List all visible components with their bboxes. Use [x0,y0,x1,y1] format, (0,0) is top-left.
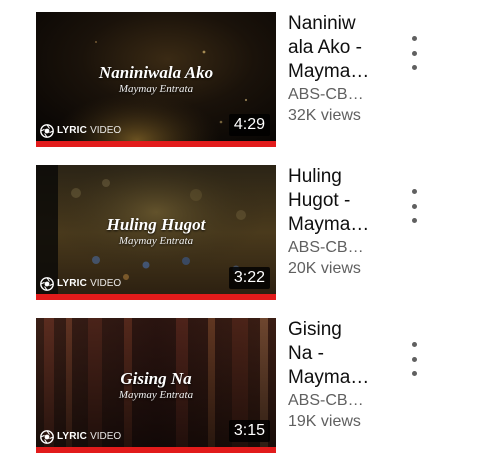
camera-aperture-icon [40,277,54,291]
thumbnail-title-card: Gising Na Maymay Entrata [36,369,276,402]
view-count: 20K views [288,260,361,277]
lyric-video-badge: LYRIC VIDEO [40,277,121,291]
channel-name: ABS-CB… [288,392,364,409]
more-vert-icon[interactable] [404,342,424,376]
thumbnail-artist: Maymay Entrata [118,235,194,247]
badge-video-text: VIDEO [90,431,122,442]
video-list-item[interactable]: Huling Hugot Maymay Entrata LYRIC VIDEO … [0,165,480,305]
camera-aperture-icon [40,124,54,138]
video-list-item[interactable]: Naniniwala Ako Maymay Entrata LYRIC VIDE… [0,12,480,152]
video-thumbnail[interactable]: Naniniwala Ako Maymay Entrata LYRIC VIDE… [36,12,276,147]
badge-video-text: VIDEO [90,125,122,136]
thumbnail-song-title: Naniniwala Ako [98,63,214,82]
watched-progress-bar [36,294,276,300]
lyric-video-badge: LYRIC VIDEO [40,124,121,138]
more-vert-icon[interactable] [404,36,424,70]
video-meta[interactable]: Gising Na - Mayma… ABS-CB… 19K views [288,318,388,432]
video-title-line: Huling [288,166,342,187]
video-title-line: Naniniw [288,13,356,34]
video-thumbnail[interactable]: Gising Na Maymay Entrata LYRIC VIDEO 3:1… [36,318,276,453]
video-thumbnail[interactable]: Huling Hugot Maymay Entrata LYRIC VIDEO … [36,165,276,300]
duration-badge: 4:29 [228,114,270,136]
camera-aperture-icon [40,430,54,444]
thumbnail-song-title: Gising Na [120,369,192,388]
badge-lyric-text: LYRIC [57,431,88,442]
video-title-line: Gising [288,319,342,340]
video-title-line: Na - [288,343,324,364]
video-meta[interactable]: Naniniw ala Ako - Mayma… ABS-CB… 32K vie… [288,12,388,126]
channel-name: ABS-CB… [288,86,364,103]
badge-lyric-text: LYRIC [57,125,88,136]
thumbnail-title-card: Huling Hugot Maymay Entrata [36,215,276,248]
video-title[interactable]: Naniniw ala Ako - Mayma… [288,12,388,84]
channel-name: ABS-CB… [288,239,364,256]
view-count: 32K views [288,107,361,124]
video-title-line: Mayma… [288,61,370,82]
thumbnail-artist: Maymay Entrata [118,389,194,401]
video-title-line: Mayma… [288,367,370,388]
video-list-item[interactable]: Gising Na Maymay Entrata LYRIC VIDEO 3:1… [0,318,480,458]
video-title-line: Mayma… [288,214,370,235]
badge-lyric-text: LYRIC [57,278,88,289]
thumbnail-song-title: Huling Hugot [106,215,206,234]
duration-badge: 3:22 [228,267,270,289]
thumbnail-title-card: Naniniwala Ako Maymay Entrata [36,63,276,96]
watched-progress-bar [36,141,276,147]
thumbnail-artist: Maymay Entrata [118,83,194,95]
video-meta[interactable]: Huling Hugot - Mayma… ABS-CB… 20K views [288,165,388,279]
view-count: 19K views [288,413,361,430]
video-title-line: ala Ako - [288,37,362,58]
more-vert-icon[interactable] [404,189,424,223]
lyric-video-badge: LYRIC VIDEO [40,430,121,444]
video-title[interactable]: Gising Na - Mayma… [288,318,388,390]
video-title-line: Hugot - [288,190,351,211]
watched-progress-bar [36,447,276,453]
badge-video-text: VIDEO [90,278,122,289]
video-title[interactable]: Huling Hugot - Mayma… [288,165,388,237]
duration-badge: 3:15 [228,420,270,442]
